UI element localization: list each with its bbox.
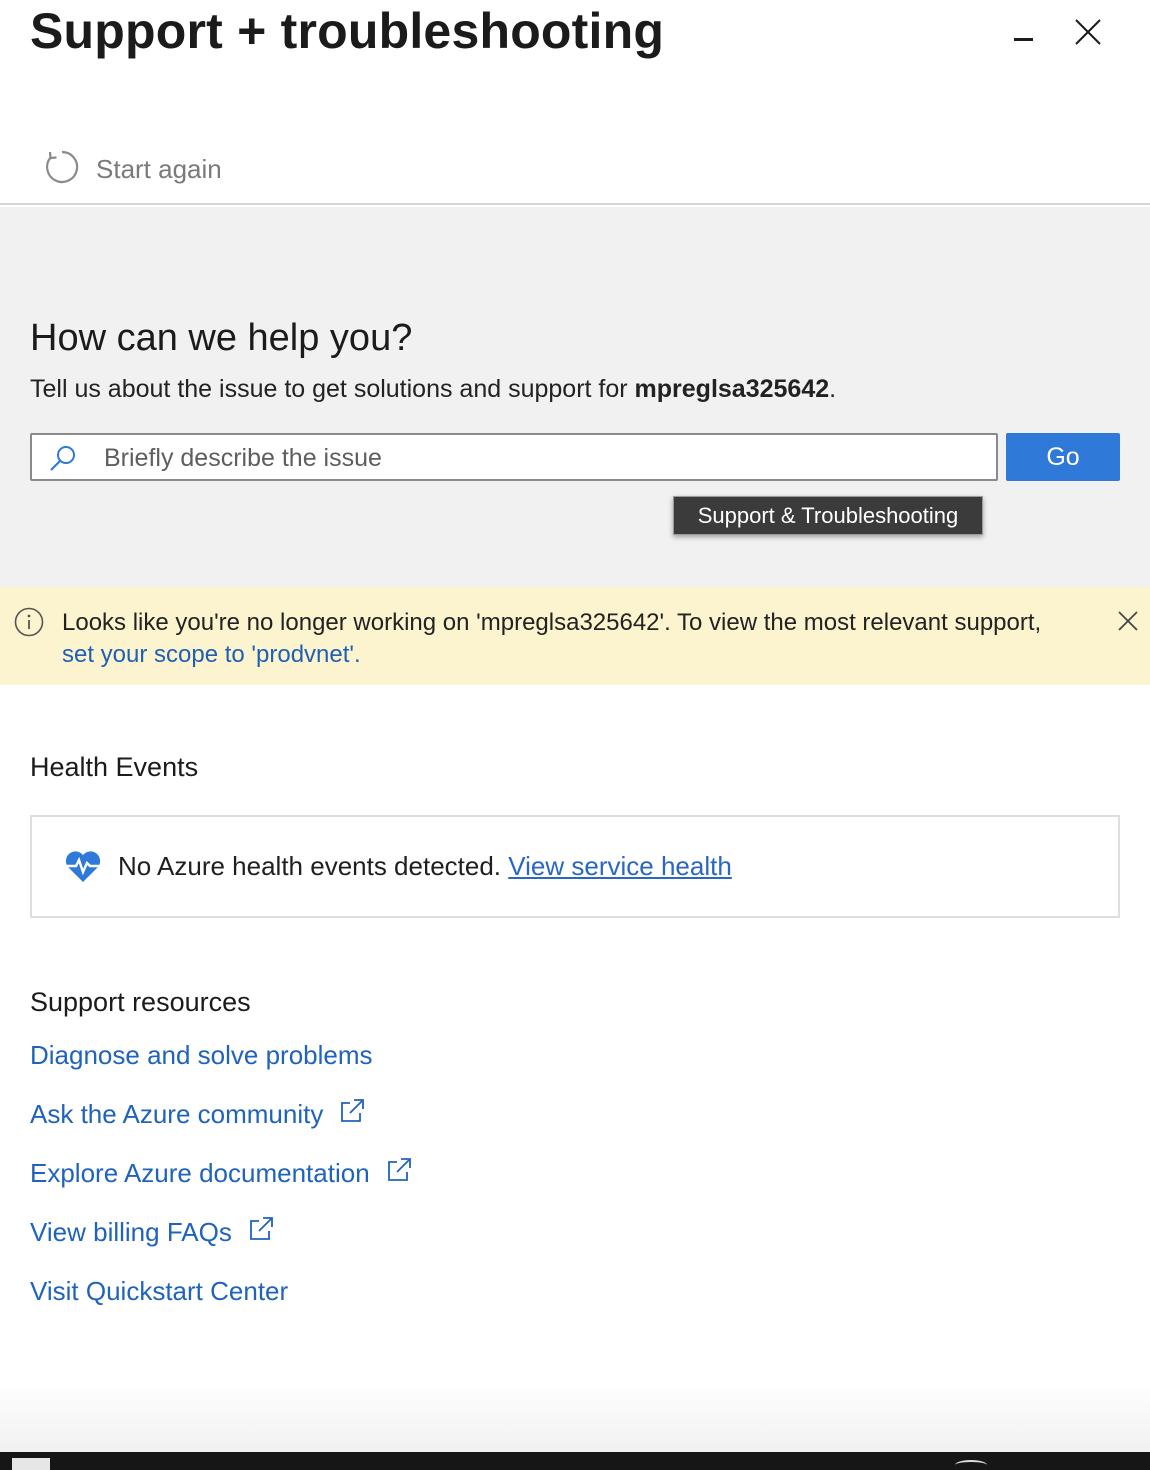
heart-pulse-icon <box>64 849 102 885</box>
go-button[interactable]: Go <box>1006 433 1120 481</box>
link-label: Ask the Azure community <box>30 1099 324 1129</box>
close-icon[interactable] <box>1072 16 1104 48</box>
banner-message: Looks like you're no longer working on '… <box>62 607 1102 671</box>
azure-community-link[interactable]: Ask the Azure community <box>30 1098 365 1130</box>
azure-documentation-link[interactable]: Explore Azure documentation <box>30 1157 412 1189</box>
refresh-icon <box>44 149 80 190</box>
start-again-button[interactable]: Start again <box>44 150 222 188</box>
billing-faqs-link[interactable]: View billing FAQs <box>30 1216 274 1248</box>
search-section: How can we help you? Tell us about the i… <box>0 207 1150 587</box>
close-icon[interactable] <box>1116 609 1140 633</box>
diagnose-link[interactable]: Diagnose and solve problems <box>30 1040 373 1071</box>
health-message: No Azure health events detected. View se… <box>118 851 732 882</box>
set-scope-link[interactable]: set your scope to 'prodvnet'. <box>62 641 361 668</box>
search-input[interactable] <box>104 439 984 477</box>
bottom-fade <box>0 1380 1150 1452</box>
blade-header: Support + troubleshooting Start again <box>0 0 1150 205</box>
link-label: View billing FAQs <box>30 1217 232 1247</box>
external-link-icon <box>339 1098 365 1124</box>
health-events-heading: Health Events <box>30 752 199 782</box>
support-resources-heading: Support resources <box>30 987 251 1017</box>
start-again-label: Start again <box>96 153 222 184</box>
help-heading: How can we help you? <box>30 317 413 359</box>
subtitle-text: Tell us about the issue to get solutions… <box>30 375 635 403</box>
tooltip: Support & Troubleshooting <box>673 496 983 535</box>
resource-name: mpreglsa325642 <box>634 375 830 403</box>
search-box[interactable] <box>30 433 998 481</box>
subtitle-suffix: . <box>829 375 837 403</box>
taskbar-item <box>955 1460 987 1470</box>
quickstart-center-link[interactable]: Visit Quickstart Center <box>30 1276 288 1307</box>
view-service-health-link[interactable]: View service health <box>508 851 732 881</box>
minimize-icon[interactable] <box>1011 22 1037 48</box>
health-text: No Azure health events detected. <box>118 851 502 881</box>
taskbar-strip <box>0 1452 1150 1470</box>
health-events-card: No Azure health events detected. View se… <box>30 815 1120 918</box>
search-icon <box>48 444 78 474</box>
link-label: Diagnose and solve problems <box>30 1040 373 1070</box>
info-icon <box>14 607 44 637</box>
scope-banner: Looks like you're no longer working on '… <box>0 587 1150 685</box>
banner-text: Looks like you're no longer working on '… <box>62 609 1042 636</box>
link-label: Visit Quickstart Center <box>30 1276 289 1306</box>
taskbar-item <box>12 1458 50 1470</box>
help-subtitle: Tell us about the issue to get solutions… <box>30 375 836 404</box>
external-link-icon <box>248 1216 274 1242</box>
link-label: Explore Azure documentation <box>30 1158 370 1188</box>
blade-title: Support + troubleshooting <box>30 3 665 59</box>
external-link-icon <box>386 1157 412 1183</box>
